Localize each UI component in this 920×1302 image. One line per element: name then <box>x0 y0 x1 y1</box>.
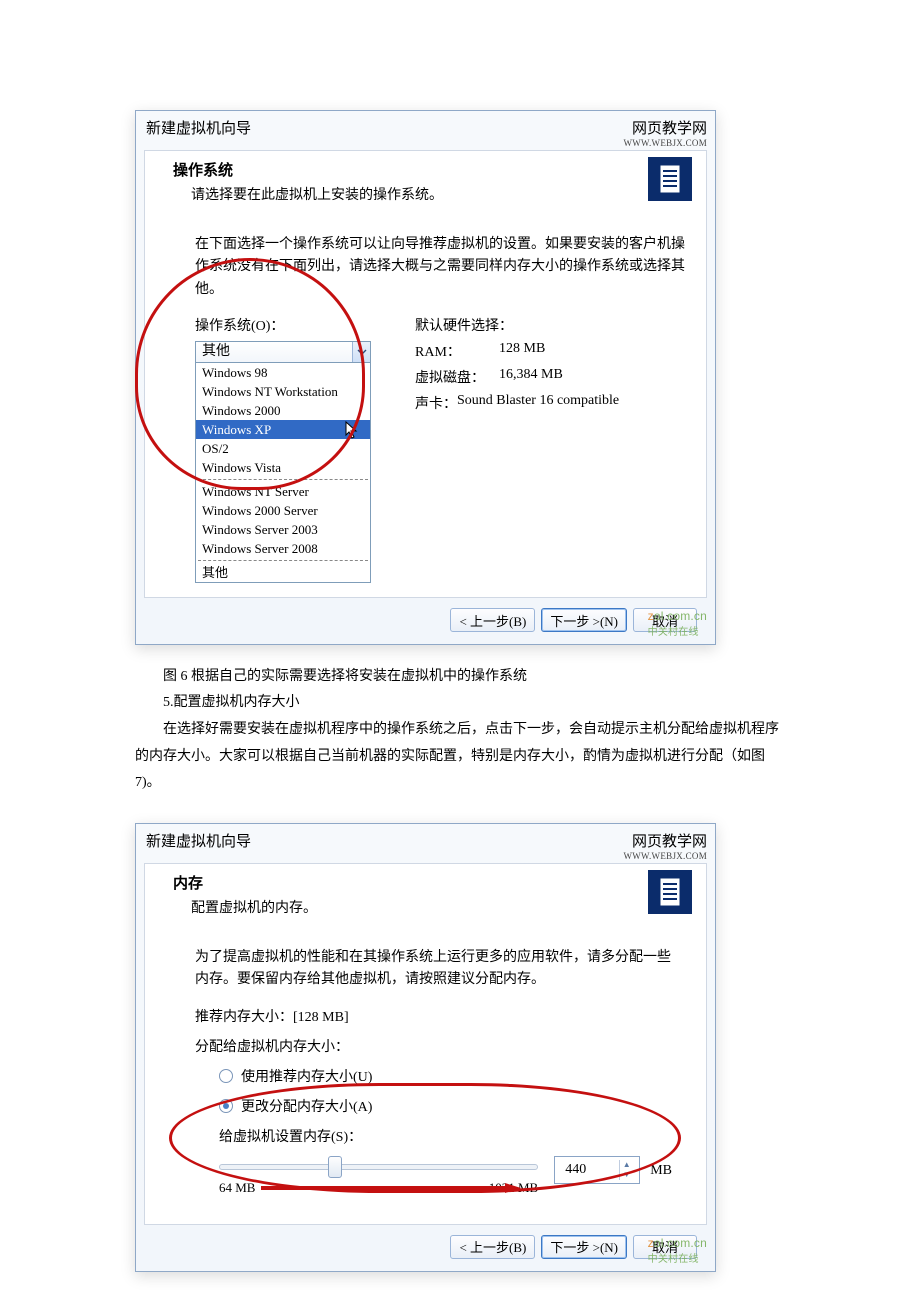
os-label: 操作系统(O)： <box>195 315 395 335</box>
os-option[interactable]: Windows 98 <box>196 363 370 382</box>
cancel-button[interactable]: 取消 <box>633 1235 697 1259</box>
header-subtitle: 配置虚拟机的内存。 <box>173 897 317 917</box>
wizard-content: 为了提高虚拟机的性能和在其操作系统上运行更多的应用软件，请多分配一些内存。要保留… <box>144 927 707 1225</box>
watermark-webjx: 网页教学网 WWW.WEBJX.COM <box>623 830 707 861</box>
os-option[interactable]: Windows Vista <box>196 458 370 477</box>
hw-ram-key: RAM： <box>415 341 499 361</box>
radio-label: 使用推荐内存大小(U) <box>241 1066 372 1086</box>
spin-up-icon: ▲ <box>619 1160 633 1170</box>
radio-icon <box>219 1069 233 1083</box>
hw-ram-value: 128 MB <box>499 341 545 361</box>
hw-sound-key: 声卡： <box>415 393 457 413</box>
watermark-webjx: 网页教学网 WWW.WEBJX.COM <box>623 117 707 148</box>
header-subtitle: 请选择要在此虚拟机上安装的操作系统。 <box>173 184 443 204</box>
os-dropdown-value: 其他 <box>202 344 230 359</box>
wizard-memory-dialog: 新建虚拟机向导 网页教学网 WWW.WEBJX.COM 内存 配置虚拟机的内存。… <box>135 823 716 1272</box>
wizard-content: 在下面选择一个操作系统可以让向导推荐虚拟机的设置。如果要安装的客户机操作系统没有… <box>144 214 707 598</box>
cancel-button[interactable]: 取消 <box>633 608 697 632</box>
memory-value: 440 <box>565 1162 586 1178</box>
wizard-os-dialog: 新建虚拟机向导 网页教学网 WWW.WEBJX.COM 操作系统 请选择要在此虚… <box>135 110 716 645</box>
os-dropdown[interactable]: 其他 <box>195 341 371 363</box>
os-option[interactable]: OS/2 <box>196 439 370 458</box>
cursor-icon <box>344 421 358 439</box>
dropdown-separator <box>198 560 368 561</box>
os-option[interactable]: Windows Server 2008 <box>196 539 370 558</box>
header-title: 内存 <box>173 872 317 893</box>
chevron-down-icon <box>352 342 370 362</box>
dropdown-separator <box>198 479 368 480</box>
next-button[interactable]: 下一步 >(N) <box>541 1235 627 1259</box>
dialog-title: 新建虚拟机向导 <box>146 830 251 851</box>
os-description: 在下面选择一个操作系统可以让向导推荐虚拟机的设置。如果要安装的客户机操作系统没有… <box>195 234 696 301</box>
memory-slider[interactable]: 64 MB 1021 MB <box>195 1156 544 1186</box>
prev-button[interactable]: < 上一步(B) <box>450 1235 535 1259</box>
figure-caption: 图 6 根据自己的实际需要选择将安装在虚拟机中的操作系统 <box>135 665 785 685</box>
article-text: 图 6 根据自己的实际需要选择将安装在虚拟机中的操作系统 5.配置虚拟机内存大小… <box>135 665 785 797</box>
set-memory-label: 给虚拟机设置内存(S)： <box>195 1126 680 1146</box>
server-icon <box>648 157 692 201</box>
os-option[interactable]: Windows XP <box>196 420 370 439</box>
prev-button[interactable]: < 上一步(B) <box>450 608 535 632</box>
next-button[interactable]: 下一步 >(N) <box>541 608 627 632</box>
memory-value-input[interactable]: 440 ▲ ▼ <box>554 1156 640 1184</box>
radio-icon <box>219 1099 233 1113</box>
wizard-header: 内存 配置虚拟机的内存。 <box>144 863 707 927</box>
radio-label: 更改分配内存大小(A) <box>241 1096 372 1116</box>
hw-disk-key: 虚拟磁盘： <box>415 367 499 387</box>
os-option[interactable]: Windows 2000 <box>196 401 370 420</box>
article-paragraph: 在选择好需要安装在虚拟机程序中的操作系统之后，点击下一步，会自动提示主机分配给虚… <box>135 717 785 797</box>
memory-spinner[interactable]: ▲ ▼ <box>619 1160 633 1180</box>
slider-min: 64 MB <box>219 1180 255 1196</box>
hw-sound-value: Sound Blaster 16 compatible <box>457 393 619 413</box>
os-option[interactable]: Windows Server 2003 <box>196 520 370 539</box>
hw-label: 默认硬件选择： <box>415 315 619 335</box>
radio-use-recommended[interactable]: 使用推荐内存大小(U) <box>195 1066 680 1086</box>
os-option[interactable]: 其他 <box>196 563 370 582</box>
hw-disk-value: 16,384 MB <box>499 367 563 387</box>
radio-change-size[interactable]: 更改分配内存大小(A) <box>195 1096 680 1116</box>
recommended-memory-label: 推荐内存大小：[128 MB] <box>195 1006 680 1026</box>
step-heading: 5.配置虚拟机内存大小 <box>135 691 785 711</box>
dialog-title: 新建虚拟机向导 <box>146 117 251 138</box>
wizard-header: 操作系统 请选择要在此虚拟机上安装的操作系统。 <box>144 150 707 214</box>
spin-down-icon: ▼ <box>619 1170 633 1180</box>
memory-unit: MB <box>650 1163 672 1179</box>
os-option[interactable]: Windows 2000 Server <box>196 501 370 520</box>
os-dropdown-list: Windows 98 Windows NT Workstation Window… <box>195 362 371 583</box>
allocate-memory-label: 分配给虚拟机内存大小： <box>195 1036 680 1056</box>
memory-description: 为了提高虚拟机的性能和在其操作系统上运行更多的应用软件，请多分配一些内存。要保留… <box>195 947 680 992</box>
os-option[interactable]: Windows NT Server <box>196 482 370 501</box>
server-icon <box>648 870 692 914</box>
os-option[interactable]: Windows NT Workstation <box>196 382 370 401</box>
header-title: 操作系统 <box>173 159 443 180</box>
slider-max: 1021 MB <box>489 1180 538 1196</box>
